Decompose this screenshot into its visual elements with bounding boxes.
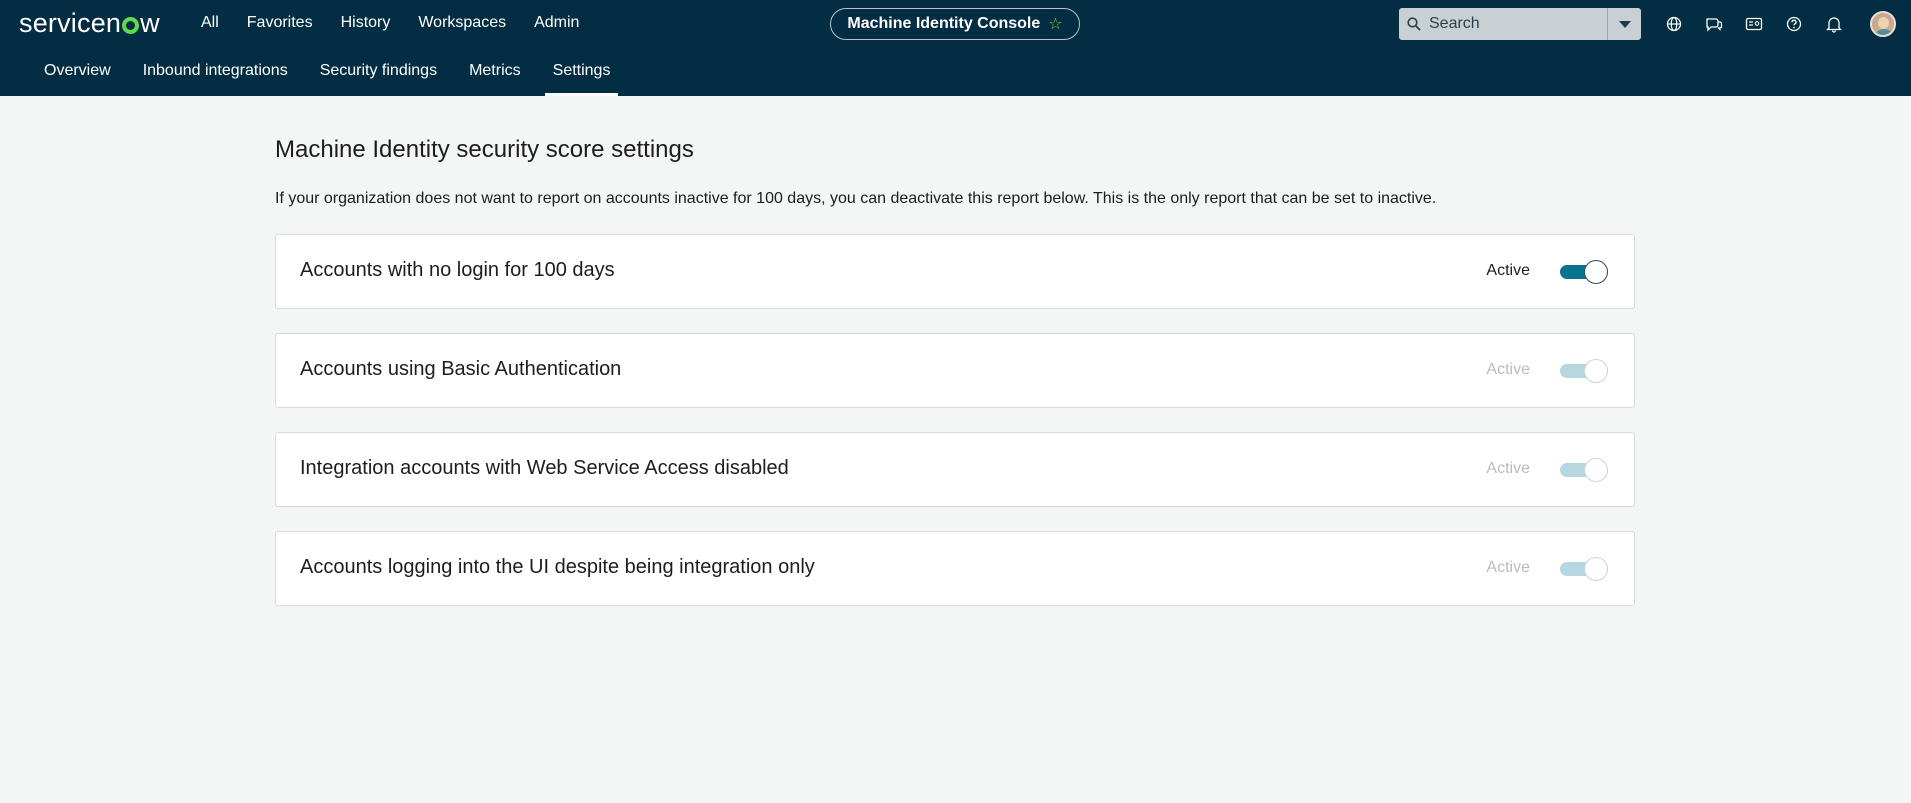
search-scope-dropdown[interactable] (1607, 8, 1641, 40)
active-toggle[interactable] (1560, 260, 1608, 284)
setting-status: Active (1486, 262, 1530, 279)
page-title: Machine Identity security score settings (275, 136, 694, 163)
console-title: Machine Identity Console (847, 15, 1041, 32)
search-icon (1407, 17, 1421, 31)
avatar-face (1878, 17, 1889, 29)
setting-label: Accounts using Basic Authentication (300, 358, 622, 380)
star-icon[interactable]: ☆ (1048, 14, 1062, 34)
logo-o-mark (122, 16, 140, 34)
setting-card-basic-auth: Accounts using Basic Authentication Acti… (275, 333, 1635, 408)
tab-security-findings[interactable]: Security findings (304, 52, 453, 96)
toggle-knob (1584, 458, 1608, 482)
setting-card-no-login: Accounts with no login for 100 days Acti… (275, 234, 1635, 309)
menu-workspaces[interactable]: Workspaces (418, 14, 506, 32)
console-title-pill[interactable]: Machine Identity Console ☆ (830, 8, 1080, 40)
active-toggle-disabled (1560, 557, 1608, 581)
page-description: If your organization does not want to re… (275, 190, 1437, 207)
globe-icon[interactable] (1662, 12, 1686, 36)
setting-label: Accounts with no login for 100 days (300, 259, 615, 281)
top-header: servicen w All Favorites History Workspac… (0, 0, 1911, 96)
tab-inbound-integrations[interactable]: Inbound integrations (127, 52, 304, 96)
servicenow-logo[interactable]: servicen w (19, 8, 160, 38)
setting-label: Accounts logging into the UI despite bei… (300, 556, 815, 578)
menu-all[interactable]: All (201, 14, 219, 32)
setting-status: Active (1486, 559, 1530, 576)
active-toggle-disabled (1560, 458, 1608, 482)
toggle-knob (1584, 359, 1608, 383)
setting-label: Integration accounts with Web Service Ac… (300, 457, 789, 479)
caret-down-icon (1618, 20, 1631, 28)
chat-icon[interactable] (1702, 12, 1726, 36)
logo-text-start: servicen (19, 7, 122, 38)
tab-settings[interactable]: Settings (537, 52, 627, 96)
tab-metrics[interactable]: Metrics (453, 52, 537, 96)
tab-overview[interactable]: Overview (28, 52, 127, 96)
menu-favorites[interactable]: Favorites (247, 14, 313, 32)
toolbar-icons (1662, 12, 1862, 36)
avatar-shirt (1874, 29, 1894, 35)
setting-status: Active (1486, 361, 1530, 378)
search-placeholder: Search (1429, 15, 1480, 32)
menu-history[interactable]: History (341, 14, 391, 32)
search-input[interactable]: Search (1399, 8, 1607, 40)
help-icon[interactable] (1782, 12, 1806, 36)
toggle-knob (1584, 557, 1608, 581)
bell-icon[interactable] (1822, 12, 1846, 36)
toggle-knob (1584, 260, 1608, 284)
contact-card-icon[interactable] (1742, 12, 1766, 36)
user-avatar[interactable] (1870, 11, 1896, 37)
setting-card-ui-login: Accounts logging into the UI despite bei… (275, 531, 1635, 606)
menu-admin[interactable]: Admin (534, 14, 579, 32)
active-toggle-disabled (1560, 359, 1608, 383)
main-menu: All Favorites History Workspaces Admin (201, 14, 607, 32)
logo-text-end: w (140, 7, 160, 38)
setting-status: Active (1486, 460, 1530, 477)
workspace-tabs: Overview Inbound integrations Security f… (0, 52, 626, 96)
setting-card-web-service-access: Integration accounts with Web Service Ac… (275, 432, 1635, 507)
